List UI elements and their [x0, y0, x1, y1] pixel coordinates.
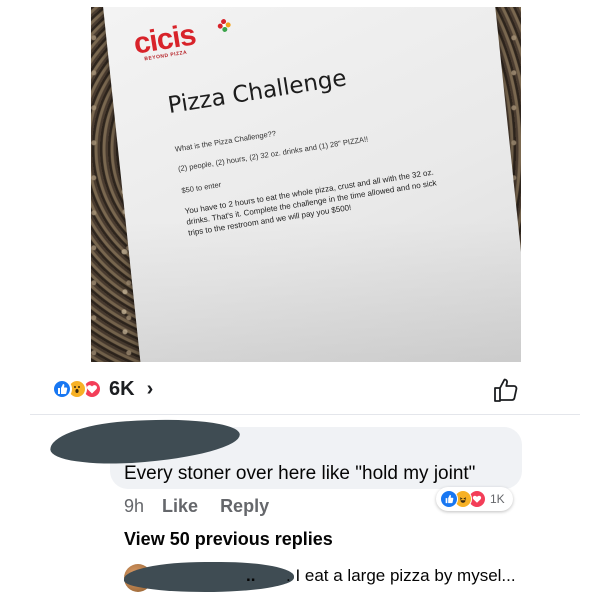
view-previous-replies-link[interactable]: View 50 previous replies — [124, 529, 333, 550]
like-button[interactable] — [492, 376, 520, 404]
comment-text: Every stoner over here like "hold my joi… — [124, 463, 476, 484]
chevron-right-icon[interactable]: › — [147, 378, 154, 401]
like-icon — [440, 490, 458, 508]
flyer-paper: cicis BEYOND PIZZA Pizza Challenge What … — [101, 7, 521, 362]
reaction-count: 6K — [109, 377, 135, 400]
reply-preview-text[interactable]: . I eat a large pizza by mysel... — [286, 566, 516, 586]
reply-author-fragment[interactable]: .. — [246, 566, 255, 586]
post-reactions[interactable]: 6K › — [52, 376, 153, 402]
redacted-reply-author — [124, 562, 294, 592]
comment-reply-button[interactable]: Reply — [220, 496, 269, 517]
like-icon — [52, 379, 72, 399]
post-photo[interactable]: cicis BEYOND PIZZA Pizza Challenge What … — [91, 7, 521, 362]
comment-reactions[interactable]: 1K — [436, 487, 513, 511]
comment-reaction-count: 1K — [490, 492, 505, 506]
divider — [30, 414, 580, 415]
comment-actions: 9h Like Reply — [124, 496, 291, 517]
flyer-content: cicis BEYOND PIZZA Pizza Challenge What … — [131, 7, 471, 242]
pizza-flower-icon — [215, 16, 233, 34]
comment-timestamp: 9h — [124, 496, 145, 516]
thumbs-up-outline-icon — [494, 378, 518, 402]
comment-like-button[interactable]: Like — [162, 496, 198, 517]
flyer-rules: You have to 2 hours to eat the whole piz… — [184, 167, 438, 238]
